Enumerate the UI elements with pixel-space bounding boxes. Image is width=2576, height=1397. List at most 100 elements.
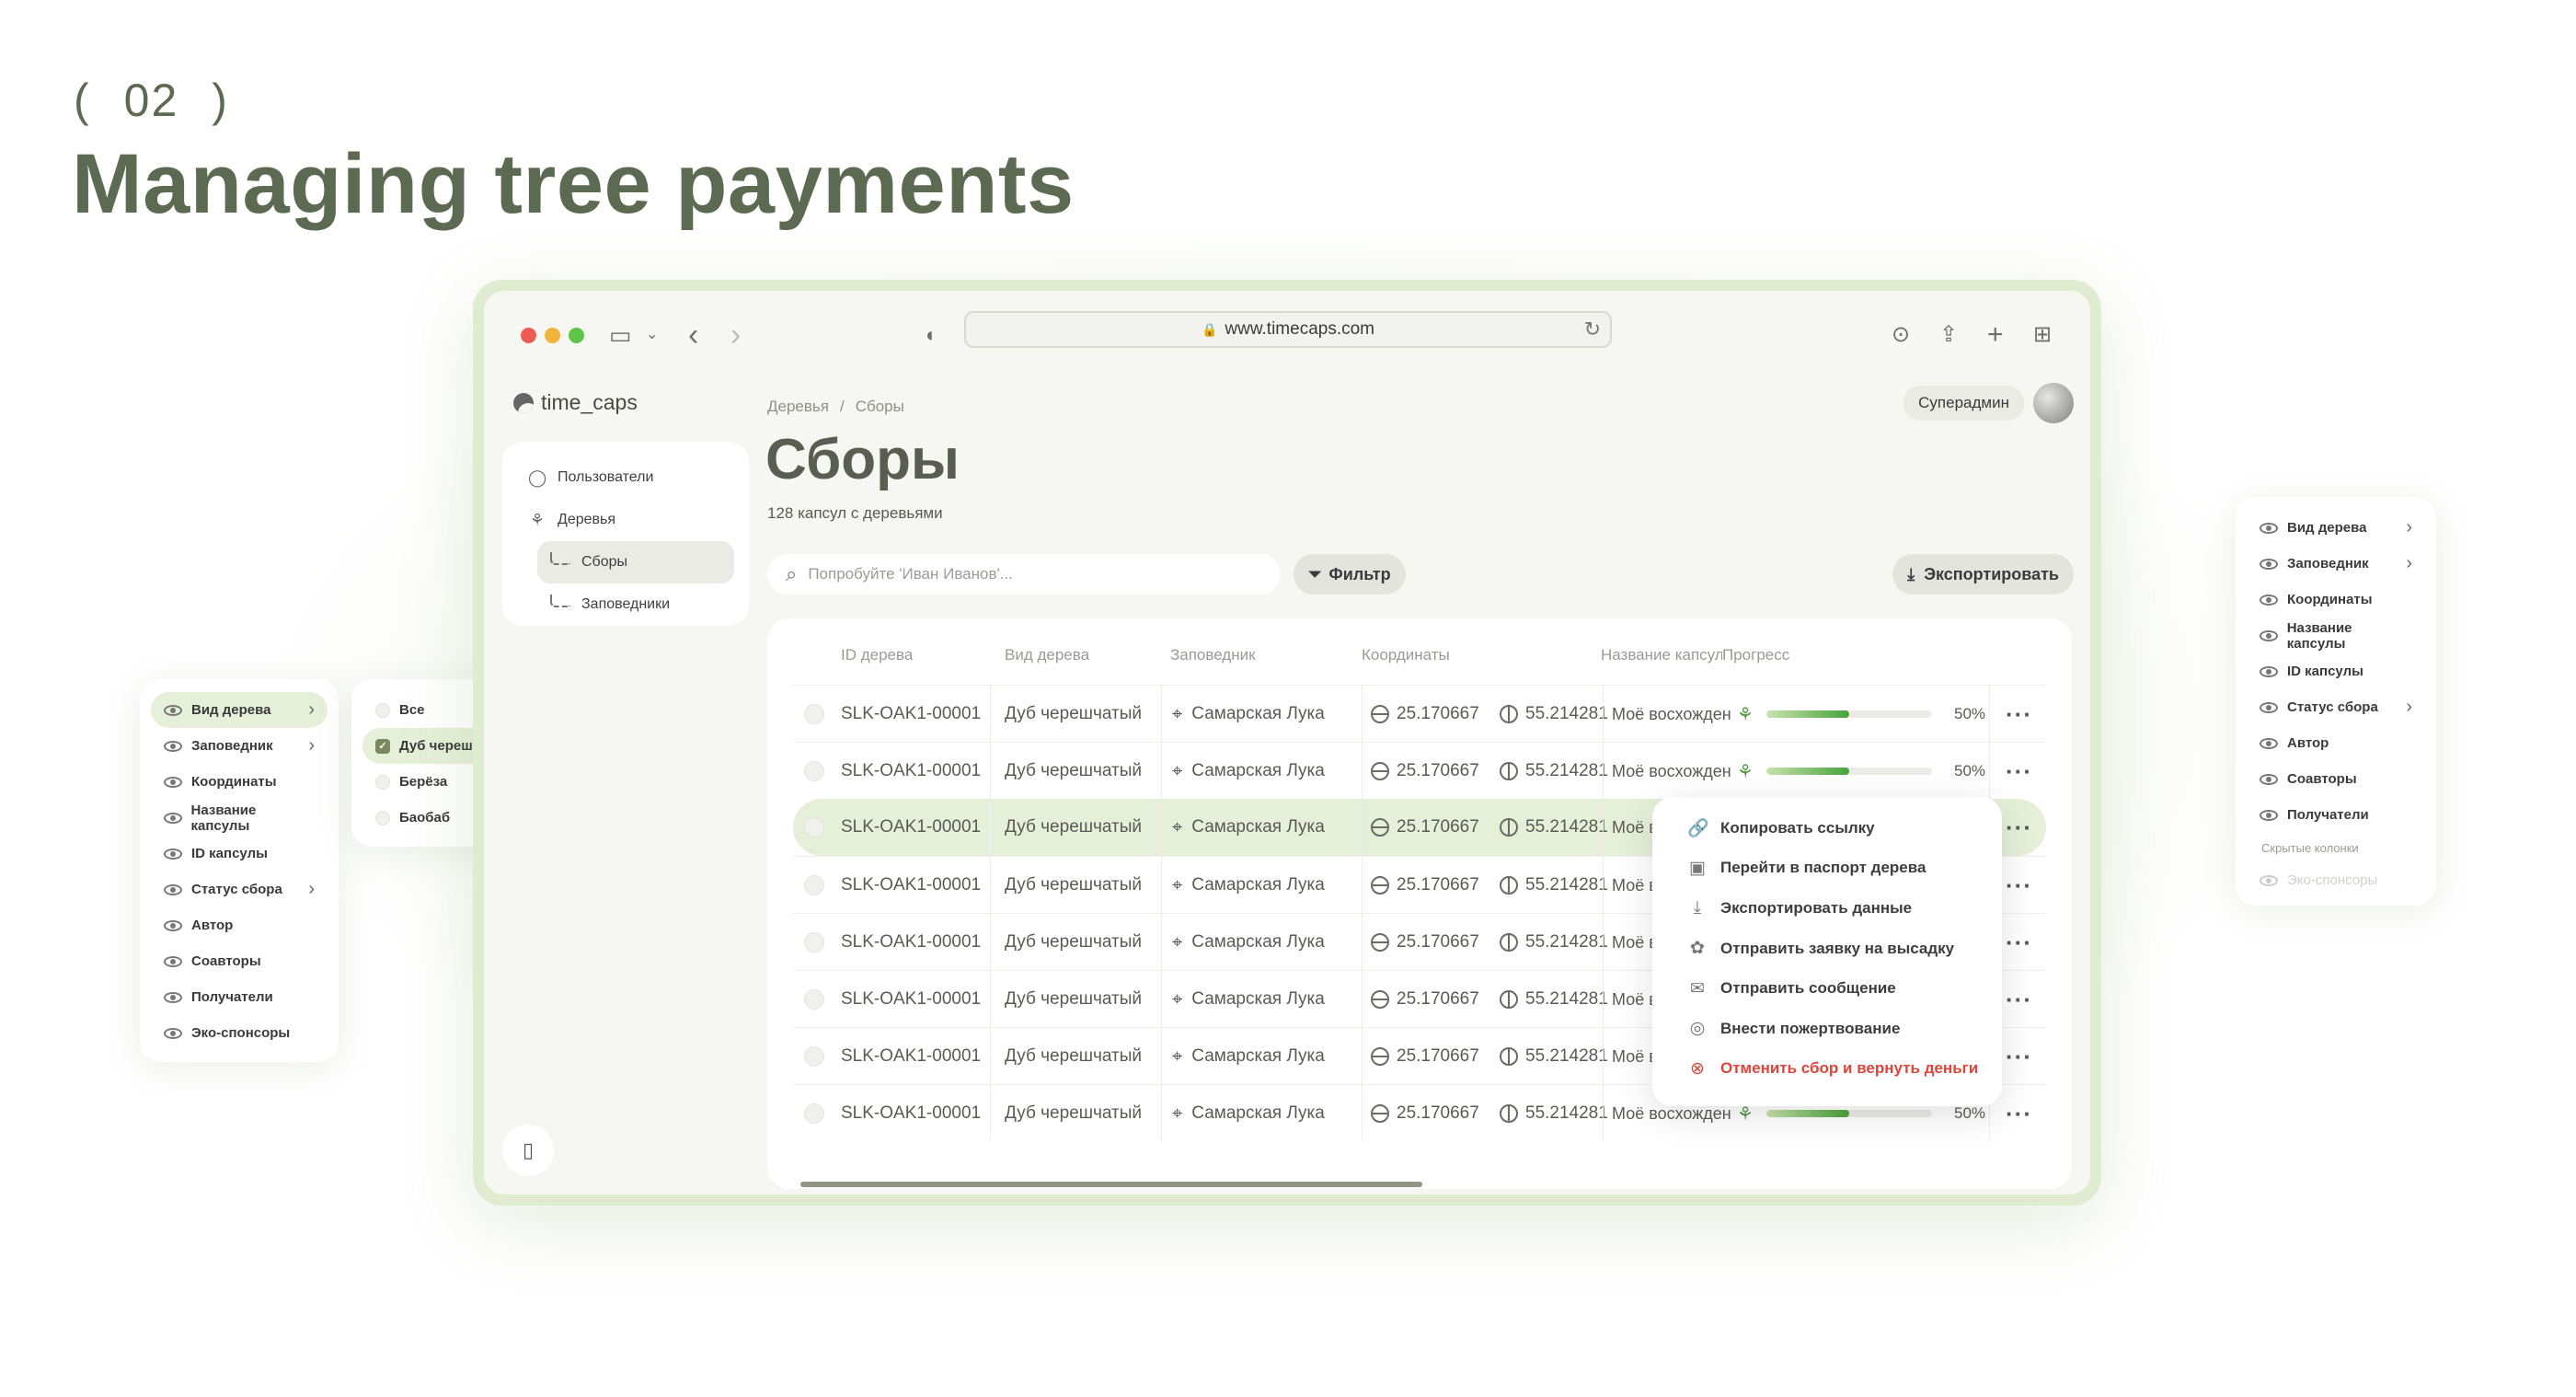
row-checkbox[interactable] bbox=[804, 932, 824, 952]
column-option[interactable]: Вид дерева › bbox=[151, 692, 328, 728]
column-option[interactable]: Соавторы bbox=[151, 943, 328, 979]
sidebar-item-reserves[interactable]: Заповедники bbox=[517, 583, 734, 626]
breadcrumb-parent[interactable]: Деревья bbox=[767, 398, 829, 416]
checkbox-icon[interactable] bbox=[375, 774, 390, 790]
column-option[interactable]: Получатели bbox=[2247, 797, 2425, 833]
row-more-actions-icon[interactable]: ··· bbox=[2006, 971, 2032, 1028]
eye-icon[interactable] bbox=[164, 1027, 182, 1039]
column-option[interactable]: Название капсулы bbox=[2247, 618, 2425, 653]
search-input[interactable]: ⌕ Попробуйте 'Иван Иванов'... bbox=[767, 554, 1281, 595]
downloads-icon[interactable]: ⊙ bbox=[1892, 318, 1910, 352]
reload-icon[interactable]: ↻ bbox=[1584, 318, 1601, 341]
filter-button[interactable]: ⏷ Фильтр bbox=[1294, 554, 1406, 595]
privacy-shield-icon[interactable]: ◐ bbox=[926, 318, 937, 352]
eye-icon[interactable] bbox=[164, 991, 182, 1003]
context-menu-item[interactable]: ⤓ Экспортировать данные bbox=[1652, 888, 2002, 929]
avatar[interactable] bbox=[2033, 383, 2074, 423]
eye-icon[interactable] bbox=[164, 848, 182, 860]
sidebar-item-users[interactable]: ◯ Пользователи bbox=[517, 456, 734, 499]
back-icon[interactable]: ‹ bbox=[688, 318, 698, 352]
column-option[interactable]: Название капсулы bbox=[151, 800, 328, 836]
row-more-actions-icon[interactable]: ··· bbox=[2006, 1028, 2032, 1085]
eye-off-icon[interactable] bbox=[2260, 874, 2278, 886]
export-button[interactable]: ⤓ Экспортировать bbox=[1892, 554, 2074, 595]
eye-icon[interactable] bbox=[164, 776, 182, 788]
address-bar[interactable]: 🔒 www.timecaps.com ↻ bbox=[964, 311, 1612, 348]
table-row[interactable]: SLK-OAK1-00001 Дуб черешчатый ⌖ Самарская… bbox=[793, 742, 2046, 800]
eye-icon[interactable] bbox=[2260, 558, 2278, 570]
eye-icon[interactable] bbox=[2260, 665, 2278, 677]
row-checkbox[interactable] bbox=[804, 989, 824, 1010]
column-option[interactable]: Соавторы bbox=[2247, 761, 2425, 797]
context-menu-item[interactable]: ✿ Отправить заявку на высадку bbox=[1652, 929, 2002, 969]
column-option[interactable]: Получатели bbox=[151, 979, 328, 1015]
forward-icon[interactable]: › bbox=[730, 318, 741, 352]
column-option[interactable]: Вид дерева › bbox=[2247, 510, 2425, 546]
checkbox-icon[interactable] bbox=[375, 810, 390, 826]
eye-icon[interactable] bbox=[164, 955, 182, 967]
row-more-actions-icon[interactable]: ··· bbox=[2006, 914, 2032, 971]
sidebar-toggle-icon[interactable]: ▭ bbox=[609, 318, 632, 352]
row-checkbox[interactable] bbox=[804, 875, 824, 895]
context-menu-item[interactable]: ◎ Внести пожертвование bbox=[1652, 1009, 2002, 1049]
collapse-sidebar-button[interactable]: ▯ bbox=[502, 1125, 554, 1176]
new-tab-icon[interactable]: + bbox=[1987, 318, 2004, 352]
row-checkbox[interactable] bbox=[804, 704, 824, 724]
row-checkbox[interactable] bbox=[804, 817, 824, 837]
column-option[interactable]: Статус сбора › bbox=[2247, 689, 2425, 725]
column-option[interactable]: Координаты bbox=[2247, 582, 2425, 618]
row-checkbox[interactable] bbox=[804, 1103, 824, 1124]
horizontal-scrollbar[interactable] bbox=[800, 1182, 1422, 1187]
eye-icon[interactable] bbox=[2260, 594, 2278, 606]
context-menu-item[interactable]: 🔗 Копировать ссылку bbox=[1652, 808, 2002, 849]
eye-icon[interactable] bbox=[164, 812, 182, 824]
user-menu[interactable]: Суперадмин bbox=[1903, 383, 2074, 423]
close-window-dot[interactable] bbox=[521, 328, 536, 343]
context-menu-item[interactable]: ✉ Отправить сообщение bbox=[1652, 968, 2002, 1009]
sidebar-item-collections[interactable]: Сборы bbox=[537, 541, 734, 583]
eye-icon[interactable] bbox=[164, 919, 182, 931]
column-option[interactable]: ID капсулы bbox=[151, 836, 328, 872]
eye-icon[interactable] bbox=[2260, 522, 2278, 534]
row-more-actions-icon[interactable]: ··· bbox=[2006, 857, 2032, 914]
maximize-window-dot[interactable] bbox=[569, 328, 584, 343]
column-option[interactable]: ID капсулы bbox=[2247, 653, 2425, 689]
tab-overview-icon[interactable]: ⊞ bbox=[2033, 318, 2052, 352]
share-icon[interactable]: ⇪ bbox=[1939, 318, 1958, 352]
app-logo[interactable]: time_caps bbox=[513, 390, 638, 415]
context-menu-item[interactable]: ⊗ Отменить сбор и вернуть деньги bbox=[1652, 1049, 2002, 1090]
column-header-tree-id[interactable]: ID дерева bbox=[841, 646, 913, 664]
column-header-species[interactable]: Вид дерева bbox=[1005, 646, 1089, 664]
context-menu-item[interactable]: ▣ Перейти в паспорт дерева bbox=[1652, 849, 2002, 889]
eye-icon[interactable] bbox=[2260, 773, 2278, 785]
column-header-reserve[interactable]: Заповедник bbox=[1170, 646, 1256, 664]
eye-icon[interactable] bbox=[2260, 737, 2278, 749]
eye-icon[interactable] bbox=[2260, 809, 2278, 821]
column-option[interactable]: Координаты bbox=[151, 764, 328, 800]
column-header-coordinates[interactable]: Координаты bbox=[1362, 646, 1450, 664]
row-checkbox[interactable] bbox=[804, 761, 824, 781]
row-more-actions-icon[interactable]: ··· bbox=[2006, 799, 2032, 856]
eye-icon[interactable] bbox=[2260, 629, 2278, 641]
sidebar-item-trees[interactable]: ⚘ Деревья bbox=[517, 499, 734, 541]
row-checkbox[interactable] bbox=[804, 1046, 824, 1067]
checkbox-checked-icon[interactable]: ✓ bbox=[375, 738, 390, 754]
column-option[interactable]: Заповедник › bbox=[2247, 546, 2425, 582]
checkbox-icon[interactable] bbox=[375, 702, 390, 718]
eye-icon[interactable] bbox=[164, 883, 182, 895]
column-option[interactable]: Автор bbox=[2247, 725, 2425, 761]
column-option[interactable]: Эко-спонсоры bbox=[151, 1015, 328, 1051]
column-header-progress[interactable]: Прогресс bbox=[1722, 646, 1789, 664]
minimize-window-dot[interactable] bbox=[545, 328, 560, 343]
chevron-down-icon[interactable]: ⌄ bbox=[646, 318, 658, 352]
eye-icon[interactable] bbox=[164, 740, 182, 752]
column-option[interactable]: Статус сбора › bbox=[151, 872, 328, 907]
row-more-actions-icon[interactable]: ··· bbox=[2006, 743, 2032, 800]
row-more-actions-icon[interactable]: ··· bbox=[2006, 686, 2032, 743]
column-option[interactable]: Автор bbox=[151, 907, 328, 943]
column-header-capsule-name[interactable]: Название капсул bbox=[1601, 646, 1722, 664]
hidden-column-option[interactable]: Эко-спонсоры bbox=[2247, 862, 2425, 898]
table-row[interactable]: SLK-OAK1-00001 Дуб черешчатый ⌖ Самарская… bbox=[793, 685, 2046, 743]
eye-icon[interactable] bbox=[164, 704, 182, 716]
eye-icon[interactable] bbox=[2260, 701, 2278, 713]
